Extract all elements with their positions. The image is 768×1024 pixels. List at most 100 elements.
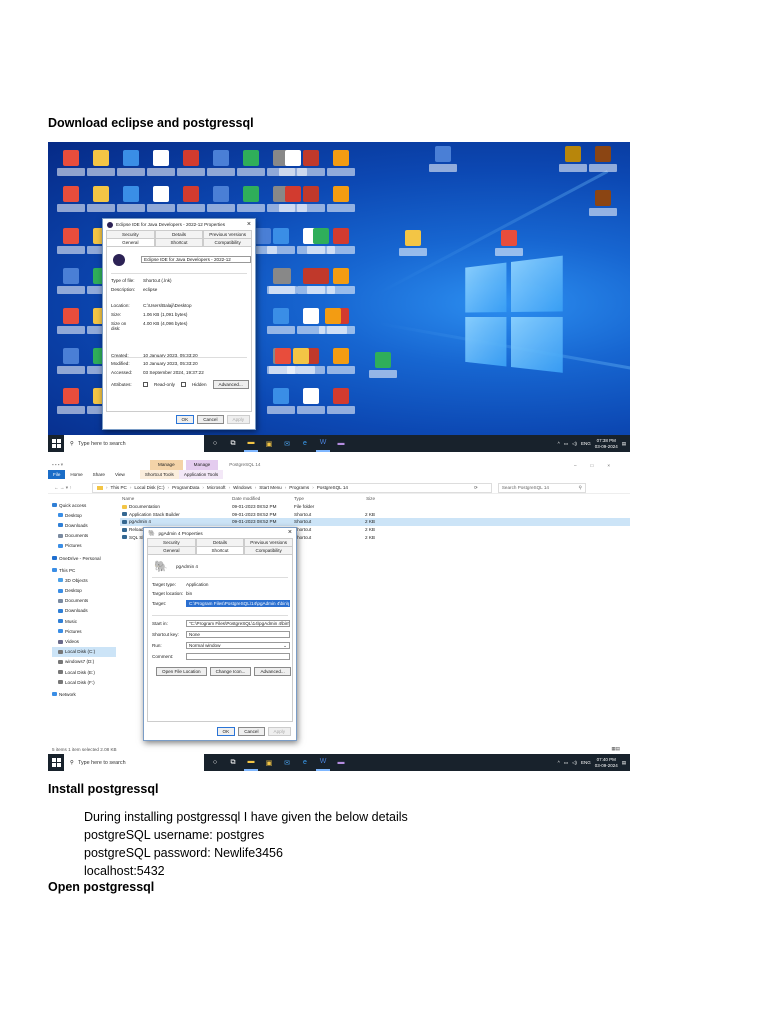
nav-item[interactable]: Desktop: [52, 510, 116, 520]
column-date[interactable]: Date modified: [232, 496, 294, 501]
window-controls[interactable]: –□×: [574, 463, 630, 468]
nav-item[interactable]: Pictures: [52, 541, 116, 551]
name-field[interactable]: Eclipse IDE for Java Developers - 2022-1…: [141, 256, 251, 263]
desktop-icon[interactable]: [326, 346, 356, 376]
desktop-icon[interactable]: [86, 184, 116, 214]
desktop-icon[interactable]: [146, 184, 176, 214]
apply-button[interactable]: Apply: [267, 727, 291, 736]
desktop-icon[interactable]: [286, 346, 316, 376]
desktop-icon[interactable]: [116, 148, 146, 178]
nav-item[interactable]: 3D Objects: [52, 575, 116, 585]
file-explorer-icon[interactable]: ▬: [244, 754, 258, 771]
desktop-icon[interactable]: [296, 386, 326, 416]
nav-item[interactable]: This PC: [52, 565, 116, 575]
breadcrumb[interactable]: › This PC › Local Disk (C:) › ProgramData › Mic…: [92, 482, 492, 493]
desktop-icon[interactable]: [146, 148, 176, 178]
breadcrumb-item[interactable]: Windows: [233, 485, 252, 490]
desktop-icon[interactable]: [318, 306, 348, 336]
desktop-icon[interactable]: [56, 148, 86, 178]
nav-item[interactable]: Local Disk (F:): [52, 677, 116, 687]
network-icon[interactable]: ▭: [564, 760, 568, 766]
clock[interactable]: 07:40 PM 03-09-2024: [595, 757, 618, 768]
mail-icon[interactable]: ✉: [280, 754, 294, 771]
refresh-icon[interactable]: ⟳: [474, 485, 478, 491]
desktop-icon[interactable]: [278, 184, 308, 214]
desktop-icon[interactable]: [494, 228, 524, 258]
advanced-button[interactable]: Advanced...: [254, 667, 291, 676]
volume-icon[interactable]: ◁): [572, 441, 577, 447]
desktop-icon[interactable]: [56, 226, 86, 256]
tab-view[interactable]: View: [110, 470, 130, 479]
desktop-icon[interactable]: [116, 184, 146, 214]
nav-item[interactable]: Music: [52, 616, 116, 626]
desktop-icon[interactable]: [56, 306, 86, 336]
eclipse-taskbar-icon[interactable]: ▬: [334, 435, 348, 452]
search-input[interactable]: Search PostgreSQL 14 ⚲: [497, 482, 586, 493]
breadcrumb-item[interactable]: PostgreSQL 14: [317, 485, 348, 490]
desktop-icon[interactable]: [558, 144, 588, 174]
breadcrumb-item[interactable]: Start Menu: [259, 485, 281, 490]
tab-compatibility[interactable]: Compatibility: [203, 238, 253, 246]
desktop-icon[interactable]: [236, 184, 266, 214]
chevron-up-icon[interactable]: ^: [558, 760, 560, 765]
view-toggle-icon[interactable]: ▦▤: [611, 746, 620, 752]
column-size[interactable]: Size: [345, 496, 375, 501]
nav-item[interactable]: Documents: [52, 531, 116, 541]
breadcrumb-item[interactable]: This PC: [111, 485, 127, 490]
open-file-location-button[interactable]: Open File Location: [156, 667, 207, 676]
language-indicator[interactable]: ENG: [581, 441, 591, 446]
desktop-icon[interactable]: [306, 226, 336, 256]
desktop-icon[interactable]: [206, 184, 236, 214]
desktop-icon[interactable]: [278, 148, 308, 178]
network-icon[interactable]: ▭: [564, 441, 568, 447]
tab-shortcut-tools[interactable]: Shortcut Tools: [139, 470, 179, 479]
tab-security[interactable]: Security: [147, 538, 196, 546]
word-icon[interactable]: W: [316, 754, 330, 771]
nav-item[interactable]: Desktop: [52, 586, 116, 596]
ok-button[interactable]: OK: [216, 727, 236, 736]
shortcut-key-field[interactable]: None: [186, 631, 290, 638]
desktop-icon[interactable]: [588, 144, 618, 174]
nav-item[interactable]: Pictures: [52, 626, 116, 636]
cancel-button[interactable]: Cancel: [197, 415, 224, 424]
nav-item[interactable]: Network: [52, 689, 116, 699]
file-row[interactable]: Documentation 09-01-2023 08:52 PM File fol…: [120, 503, 630, 511]
tab-details[interactable]: Details: [195, 538, 245, 546]
cortana-icon[interactable]: ○: [208, 435, 222, 452]
breadcrumb-item[interactable]: Programs: [289, 485, 309, 490]
nav-item[interactable]: Videos: [52, 636, 116, 646]
mail-icon[interactable]: ✉: [280, 435, 294, 452]
desktop-icon[interactable]: [268, 266, 298, 296]
target-field[interactable]: C:\Program Files\PostgreSQL\14\pgAdmin 4…: [186, 600, 290, 607]
desktop-icon[interactable]: [326, 184, 356, 214]
nav-item[interactable]: windows7 (D:): [52, 657, 116, 667]
desktop-icon[interactable]: [56, 346, 86, 376]
desktop-icon[interactable]: [306, 266, 336, 296]
breadcrumb-item[interactable]: Local Disk (C:): [134, 485, 164, 490]
notification-icon[interactable]: ▤: [622, 760, 626, 766]
tab-compatibility[interactable]: Compatibility: [244, 546, 294, 554]
store-icon[interactable]: ▣: [262, 435, 276, 452]
tab-shortcut[interactable]: Shortcut: [154, 238, 204, 246]
start-button[interactable]: [48, 435, 64, 452]
task-view-icon[interactable]: ⧉: [226, 435, 240, 452]
hidden-checkbox[interactable]: [180, 382, 186, 387]
language-indicator[interactable]: ENG: [581, 760, 591, 765]
apply-button[interactable]: Apply: [226, 415, 250, 424]
change-icon-button[interactable]: Change Icon...: [209, 667, 252, 676]
cortana-icon[interactable]: ○: [208, 754, 222, 771]
context-tab-manage-1[interactable]: Manage: [150, 460, 183, 470]
ok-button[interactable]: OK: [175, 415, 195, 424]
chevron-up-icon[interactable]: ^: [558, 441, 560, 446]
desktop-icon[interactable]: [266, 306, 296, 336]
edge-icon[interactable]: e: [298, 435, 312, 452]
close-icon[interactable]: ×: [247, 221, 251, 228]
tab-general[interactable]: General: [106, 238, 155, 246]
tab-share[interactable]: Share: [88, 470, 110, 479]
start-button[interactable]: [48, 754, 64, 771]
breadcrumb-item[interactable]: Microsoft: [207, 485, 226, 490]
tab-security[interactable]: Security: [106, 230, 155, 238]
desktop-icon[interactable]: [56, 386, 86, 416]
cancel-button[interactable]: Cancel: [238, 727, 265, 736]
run-select[interactable]: Normal window ⌄: [186, 642, 290, 649]
